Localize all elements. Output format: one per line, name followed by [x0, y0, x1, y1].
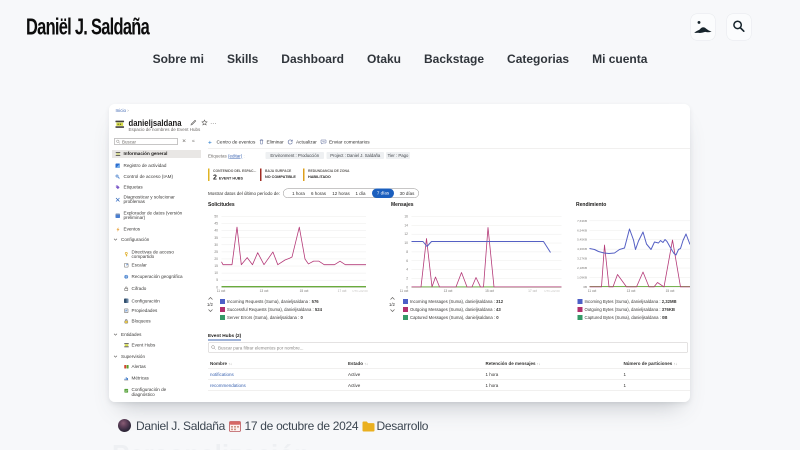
- svg-text:12: 12: [404, 232, 408, 236]
- svg-text:Captured Bytes (Suma), danielj: Captured Bytes (Suma), danieljsaldana : …: [585, 315, 668, 320]
- svg-text:1,09KB: 1,09KB: [577, 276, 587, 280]
- svg-text:10: 10: [404, 241, 408, 245]
- svg-text:Captured Messages (Suma), dani: Captured Messages (Suma), danieljsaldana…: [410, 315, 499, 320]
- svg-text:45: 45: [214, 222, 218, 226]
- svg-text:30: 30: [214, 243, 218, 247]
- svg-text:Server Errors (Suma), danieljs: Server Errors (Suma), danieljsaldana : 0: [227, 315, 303, 320]
- svg-text:Successful Requests (Suma), da: Successful Requests (Suma), danieljsalda…: [227, 307, 323, 312]
- svg-text:25: 25: [214, 250, 218, 254]
- svg-text:50: 50: [214, 215, 218, 219]
- svg-text:6: 6: [406, 259, 408, 263]
- svg-text:2: 2: [406, 276, 408, 280]
- svg-text:11 oct: 11 oct: [400, 289, 409, 293]
- svg-text:0B: 0B: [583, 285, 587, 289]
- svg-text:UTC+02:00: UTC+02:00: [352, 289, 368, 293]
- svg-text:13 oct: 13 oct: [260, 289, 269, 293]
- svg-text:5: 5: [216, 278, 218, 282]
- svg-text:2,18KB: 2,18KB: [577, 266, 587, 270]
- svg-text:15 oct: 15 oct: [485, 289, 494, 293]
- svg-text:15 oct: 15 oct: [300, 289, 309, 293]
- svg-text:16: 16: [404, 215, 408, 219]
- svg-text:40: 40: [214, 229, 218, 233]
- svg-text:UTC+02:00: UTC+02:00: [544, 289, 560, 293]
- svg-text:Incoming Messages (Suma), dani: Incoming Messages (Suma), danieljsaldana…: [410, 299, 504, 304]
- svg-text:17 oct: 17 oct: [528, 289, 537, 293]
- svg-text:13 oct: 13 oct: [627, 289, 636, 293]
- svg-text:Daniël J. Saldaña: Daniël J. Saldaña: [26, 14, 150, 40]
- svg-text:14: 14: [404, 223, 408, 227]
- svg-text:15 oct: 15 oct: [666, 289, 675, 293]
- svg-text:Outgoing Messages (Suma), dani: Outgoing Messages (Suma), danieljsaldana…: [410, 307, 501, 312]
- svg-text:Incoming Requests (Suma), dani: Incoming Requests (Suma), danieljsaldana…: [227, 299, 319, 304]
- svg-text:1/2: 1/2: [207, 302, 214, 307]
- svg-text:17 oct: 17 oct: [338, 289, 347, 293]
- svg-text:15: 15: [214, 264, 218, 268]
- svg-text:35: 35: [214, 236, 218, 240]
- svg-text:8: 8: [406, 250, 408, 254]
- svg-text:7,63KB: 7,63KB: [577, 219, 587, 223]
- svg-text:11 oct: 11 oct: [588, 289, 597, 293]
- svg-text:13 oct: 13 oct: [444, 289, 453, 293]
- svg-text:Incoming Bytes (Suma), danielj: Incoming Bytes (Suma), danieljsaldana : …: [585, 299, 677, 304]
- svg-text:3,27KB: 3,27KB: [577, 257, 587, 261]
- svg-text:Outgoing Bytes (Suma), danielj: Outgoing Bytes (Suma), danieljsaldana : …: [585, 307, 676, 312]
- svg-text:4: 4: [406, 268, 408, 272]
- svg-text:10: 10: [214, 271, 218, 275]
- svg-text:4,36KB: 4,36KB: [577, 247, 587, 251]
- svg-text:1/2: 1/2: [389, 302, 396, 307]
- svg-text:11 oct: 11 oct: [217, 289, 226, 293]
- svg-text:5,45KB: 5,45KB: [577, 238, 587, 242]
- svg-text:6,54KB: 6,54KB: [577, 228, 587, 232]
- svg-text:20: 20: [214, 257, 218, 261]
